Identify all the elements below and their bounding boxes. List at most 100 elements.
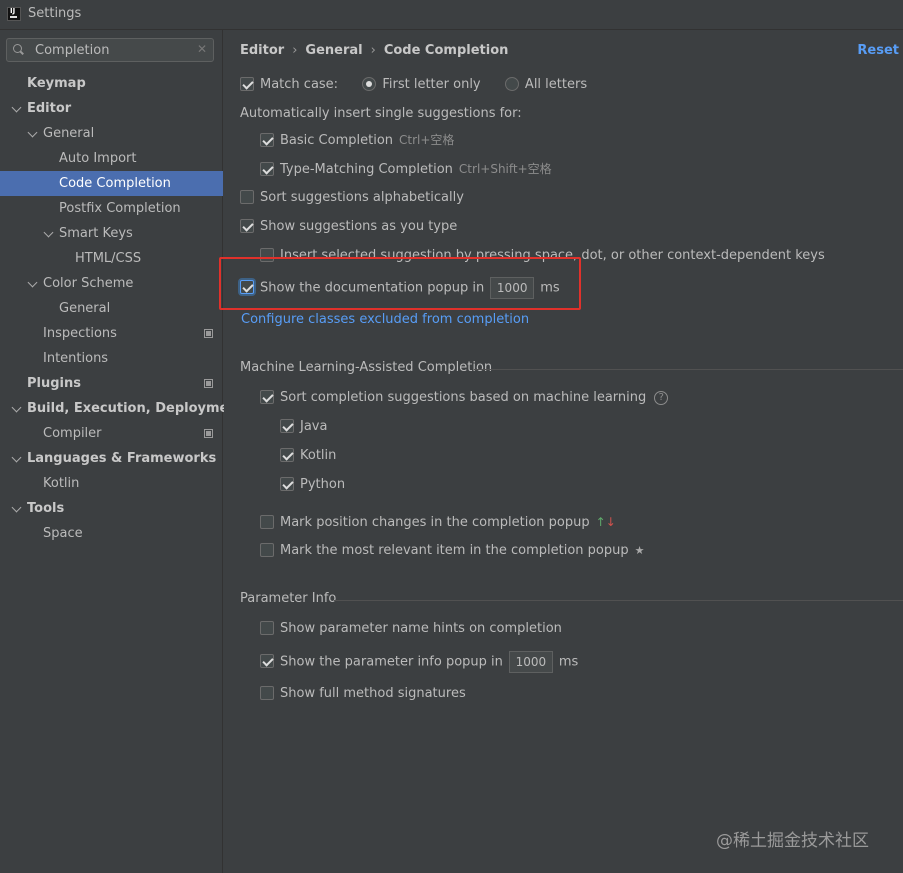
- auto-insert-heading: Automatically insert single suggestions …: [240, 106, 522, 121]
- sort-alpha-label: Sort suggestions alphabetically: [260, 190, 464, 205]
- param-info-popup-checkbox[interactable]: [260, 654, 274, 668]
- ml-kotlin-row: Kotlin: [280, 446, 336, 466]
- tree-item-editor[interactable]: Editor: [0, 96, 223, 121]
- type-matching-label: Type-Matching Completion: [280, 162, 453, 177]
- ml-section-title: Machine Learning-Assisted Completion: [240, 360, 493, 375]
- tree-item-color-scheme-general[interactable]: General: [0, 296, 223, 321]
- intellij-app-icon: [7, 7, 21, 21]
- project-settings-icon: [204, 379, 213, 388]
- param-name-hints-row: Show parameter name hints on completion: [260, 619, 562, 639]
- full-signatures-row: Show full method signatures: [260, 684, 466, 704]
- full-signatures-label: Show full method signatures: [280, 686, 466, 701]
- reset-link[interactable]: Reset: [857, 43, 899, 58]
- show-as-type-row: Show suggestions as you type: [240, 217, 457, 237]
- tree-item-space[interactable]: Space: [0, 521, 223, 546]
- mark-relevant-label: Mark the most relevant item in the compl…: [280, 543, 629, 558]
- up-down-arrows-icon: ↑↓: [595, 515, 616, 529]
- chevron-down-icon[interactable]: [27, 277, 38, 288]
- tree-item-postfix-completion[interactable]: Postfix Completion: [0, 196, 223, 221]
- chevron-down-icon[interactable]: [43, 227, 54, 238]
- ml-section-divider: [474, 369, 903, 370]
- sort-alpha-row: Sort suggestions alphabetically: [240, 188, 464, 208]
- ml-java-label: Java: [300, 419, 328, 434]
- basic-completion-row: Basic Completion Ctrl+空格: [260, 130, 454, 150]
- tree-item-intentions[interactable]: Intentions: [0, 346, 223, 371]
- configure-excluded-link-text[interactable]: Configure classes excluded from completi…: [241, 312, 529, 327]
- all-letters-label: All letters: [524, 77, 588, 92]
- param-info-delay-field[interactable]: 1000: [508, 651, 553, 673]
- ml-sort-label: Sort completion suggestions based on mac…: [280, 390, 647, 405]
- type-matching-checkbox[interactable]: [260, 161, 274, 176]
- param-name-hints-checkbox[interactable]: [260, 620, 274, 635]
- tree-item-tools[interactable]: Tools: [0, 496, 223, 521]
- param-info-section-title: Parameter Info: [240, 591, 337, 606]
- ml-sort-checkbox[interactable]: [260, 389, 274, 404]
- chevron-down-icon[interactable]: [11, 402, 22, 413]
- chevron-down-icon[interactable]: [11, 452, 22, 463]
- settings-content: Editor › General › Code Completion Reset Mat…: [224, 30, 903, 873]
- tree-item-compiler[interactable]: Compiler: [0, 421, 223, 446]
- breadcrumb-general: General: [305, 43, 363, 58]
- mark-relevant-checkbox[interactable]: [260, 542, 274, 557]
- title-bar: Settings: [0, 0, 903, 30]
- ml-kotlin-label: Kotlin: [300, 448, 337, 463]
- ml-java-checkbox[interactable]: [280, 418, 294, 433]
- basic-completion-shortcut: Ctrl+空格: [399, 133, 455, 147]
- first-letter-only-radio[interactable]: [362, 76, 377, 91]
- chevron-down-icon[interactable]: [11, 102, 22, 113]
- search-input[interactable]: [35, 41, 195, 59]
- tree-item-plugins[interactable]: Plugins: [0, 371, 223, 396]
- type-matching-row: Type-Matching Completion Ctrl+Shift+空格: [260, 159, 552, 179]
- ml-python-row: Python: [280, 475, 345, 495]
- breadcrumb-editor: Editor: [240, 43, 285, 58]
- tree-item-html-css[interactable]: HTML/CSS: [0, 246, 223, 271]
- sort-alpha-checkbox[interactable]: [240, 189, 254, 204]
- tree-item-inspections[interactable]: Inspections: [0, 321, 223, 346]
- project-settings-icon: [204, 429, 213, 438]
- full-signatures-checkbox[interactable]: [260, 685, 274, 700]
- match-case-row: Match case: First letter only All letter…: [240, 75, 587, 95]
- show-as-type-checkbox[interactable]: [240, 218, 254, 233]
- param-info-popup-unit: ms: [558, 654, 579, 670]
- all-letters-radio[interactable]: [504, 76, 519, 91]
- ml-kotlin-checkbox[interactable]: [280, 447, 294, 462]
- help-icon[interactable]: ?: [654, 390, 669, 405]
- tree-item-color-scheme[interactable]: Color Scheme: [0, 271, 223, 296]
- basic-completion-checkbox[interactable]: [260, 132, 274, 147]
- param-name-hints-label: Show parameter name hints on completion: [280, 621, 562, 636]
- match-case-label: Match case:: [260, 77, 339, 92]
- search-box[interactable]: ✕: [6, 38, 214, 62]
- tree-item-languages-frameworks[interactable]: Languages & Frameworks: [0, 446, 223, 471]
- breadcrumb-separator-icon: ›: [292, 43, 298, 58]
- mark-position-label: Mark position changes in the completion …: [280, 515, 590, 530]
- param-info-popup-row: Show the parameter info popup in 1000 ms: [260, 651, 579, 673]
- tree-item-smart-keys[interactable]: Smart Keys: [0, 221, 223, 246]
- tree-item-code-completion[interactable]: Code Completion: [0, 171, 223, 196]
- mark-position-checkbox[interactable]: [260, 514, 274, 529]
- tree-item-kotlin[interactable]: Kotlin: [0, 471, 223, 496]
- tree-item-auto-import[interactable]: Auto Import: [0, 146, 223, 171]
- configure-excluded-link[interactable]: Configure classes excluded from completi…: [241, 310, 529, 330]
- show-as-type-label: Show suggestions as you type: [260, 219, 458, 234]
- tree-item-build-execution-deployment[interactable]: Build, Execution, Deployment: [0, 396, 244, 421]
- search-icon[interactable]: [12, 43, 30, 57]
- clear-search-icon[interactable]: ✕: [197, 42, 207, 56]
- ml-sort-row: Sort completion suggestions based on mac…: [260, 388, 669, 408]
- chevron-down-icon[interactable]: [11, 502, 22, 513]
- tree-item-keymap[interactable]: Keymap: [0, 71, 223, 96]
- ml-python-checkbox[interactable]: [280, 476, 294, 491]
- ml-python-label: Python: [300, 477, 346, 492]
- breadcrumb-separator-icon: ›: [370, 43, 376, 58]
- ml-java-row: Java: [280, 417, 327, 437]
- annotation-highlight-box: [219, 257, 581, 310]
- match-case-checkbox[interactable]: [240, 76, 254, 91]
- mark-position-row: Mark position changes in the completion …: [260, 512, 616, 532]
- chevron-down-icon[interactable]: [27, 127, 38, 138]
- tree-item-general[interactable]: General: [0, 121, 223, 146]
- param-info-popup-label: Show the parameter info popup in: [280, 654, 503, 670]
- breadcrumb: Editor › General › Code Completion: [240, 43, 508, 58]
- star-icon: ★: [634, 544, 645, 557]
- type-matching-shortcut: Ctrl+Shift+空格: [458, 162, 552, 176]
- watermark: @稀土掘金技术社区: [716, 831, 869, 851]
- mark-relevant-row: Mark the most relevant item in the compl…: [260, 541, 645, 561]
